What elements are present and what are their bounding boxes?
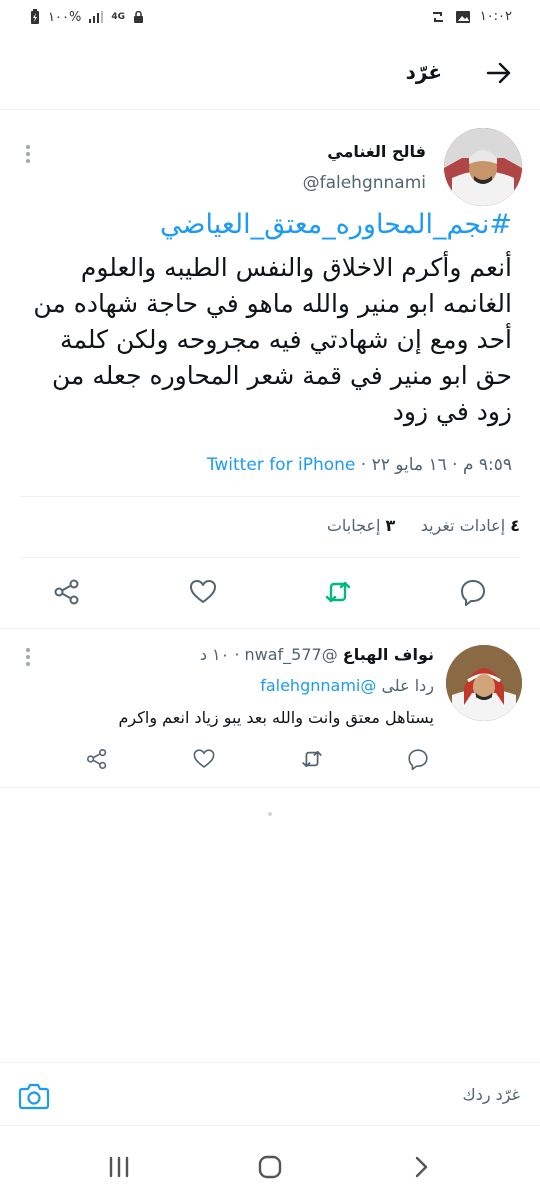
image-notification-icon bbox=[455, 10, 470, 23]
meta-separator: · bbox=[452, 455, 458, 475]
reply-icon[interactable] bbox=[406, 747, 430, 771]
reply-author-name[interactable]: نواف الهباع bbox=[343, 645, 434, 664]
heart-icon[interactable] bbox=[192, 747, 216, 771]
divider bbox=[20, 496, 520, 497]
camera-icon[interactable] bbox=[18, 1081, 50, 1111]
reply-avatar[interactable] bbox=[446, 645, 522, 721]
back-chevron-icon[interactable] bbox=[406, 1152, 436, 1182]
tweet-stats: ٤ إعادات تغريد ٣ إعجابات bbox=[327, 516, 520, 535]
author-handle[interactable]: @falehgnnami bbox=[303, 173, 426, 193]
tweet-meta: ٩:٥٩ م · ١٦ مايو ٢٢ · Twitter for iPhone bbox=[207, 455, 512, 475]
main-tweet: فالح الغنامي @falehgnnami #نجم_المحاوره_… bbox=[0, 112, 540, 625]
tweet-source-link[interactable]: Twitter for iPhone bbox=[207, 455, 356, 475]
reply-tweet[interactable]: نواف الهباع @nwaf_577 · ١٠ د ردا على @fa… bbox=[0, 628, 540, 788]
system-nav-bar bbox=[0, 1130, 540, 1200]
tweet-time: ٩:٥٩ م bbox=[462, 455, 512, 475]
retweets-count: ٤ bbox=[510, 516, 520, 535]
home-icon[interactable] bbox=[255, 1152, 285, 1182]
reply-age: ١٠ د bbox=[199, 645, 230, 664]
arrow-right-icon[interactable] bbox=[484, 58, 514, 88]
retweet-icon[interactable] bbox=[323, 577, 353, 607]
network-type: 4G bbox=[111, 12, 125, 22]
retweets-stat[interactable]: ٤ إعادات تغريد bbox=[421, 516, 520, 535]
hashtag-link[interactable]: #نجم_المحاوره_معتق_العياضي bbox=[160, 209, 512, 240]
likes-stat[interactable]: ٣ إعجابات bbox=[327, 516, 395, 535]
battery-level: ١٠٠% bbox=[48, 9, 82, 25]
share-icon[interactable] bbox=[85, 747, 109, 771]
status-left: ١٠٠% 4G bbox=[30, 9, 144, 25]
heart-icon[interactable] bbox=[188, 577, 218, 607]
status-bar: ١٠٠% 4G ١٠:٠٢ bbox=[0, 0, 540, 36]
page-title: غرّد bbox=[405, 60, 442, 84]
reply-body: يستاهل معتق وانت والله بعد يبو زياد انعم… bbox=[118, 708, 434, 727]
author-avatar[interactable] bbox=[444, 128, 522, 206]
share-icon[interactable] bbox=[52, 577, 82, 607]
status-right: ١٠:٠٢ bbox=[430, 9, 512, 24]
top-header: غرّد bbox=[0, 38, 540, 110]
likes-label: إعجابات bbox=[326, 516, 381, 535]
reply-icon[interactable] bbox=[458, 577, 488, 607]
more-vertical-icon[interactable] bbox=[23, 142, 33, 168]
meta-separator: · bbox=[234, 645, 240, 664]
reply-input[interactable] bbox=[102, 1077, 522, 1111]
likes-count: ٣ bbox=[385, 516, 396, 535]
lock-notification-icon bbox=[133, 11, 143, 23]
sync-notification-icon bbox=[432, 11, 443, 22]
reply-author-handle[interactable]: @nwaf_577 bbox=[245, 645, 338, 664]
tweet-body: أنعم وأكرم الاخلاق والنفس الطيبه والعلوم… bbox=[33, 253, 512, 426]
more-vertical-icon[interactable] bbox=[23, 645, 33, 671]
reply-composer bbox=[0, 1062, 540, 1126]
replying-to-label: ردا على bbox=[381, 676, 434, 695]
replying-to-handle[interactable]: @falehgnnami bbox=[260, 676, 376, 695]
battery-charging-icon bbox=[31, 9, 39, 24]
loading-indicator bbox=[268, 812, 272, 816]
meta-separator: · bbox=[360, 455, 367, 475]
recents-icon[interactable] bbox=[104, 1152, 134, 1182]
author-name[interactable]: فالح الغنامي bbox=[327, 142, 426, 161]
retweet-icon[interactable] bbox=[300, 747, 324, 771]
retweets-label: إعادات تغريد bbox=[420, 516, 506, 535]
tweet-date: ١٦ مايو ٢٢ bbox=[371, 455, 447, 475]
clock: ١٠:٠٢ bbox=[479, 9, 512, 24]
divider bbox=[20, 557, 520, 558]
replying-to: ردا على @falehgnnami bbox=[260, 676, 434, 695]
reply-header: نواف الهباع @nwaf_577 · ١٠ د bbox=[200, 645, 434, 664]
signal-icon bbox=[89, 11, 104, 23]
